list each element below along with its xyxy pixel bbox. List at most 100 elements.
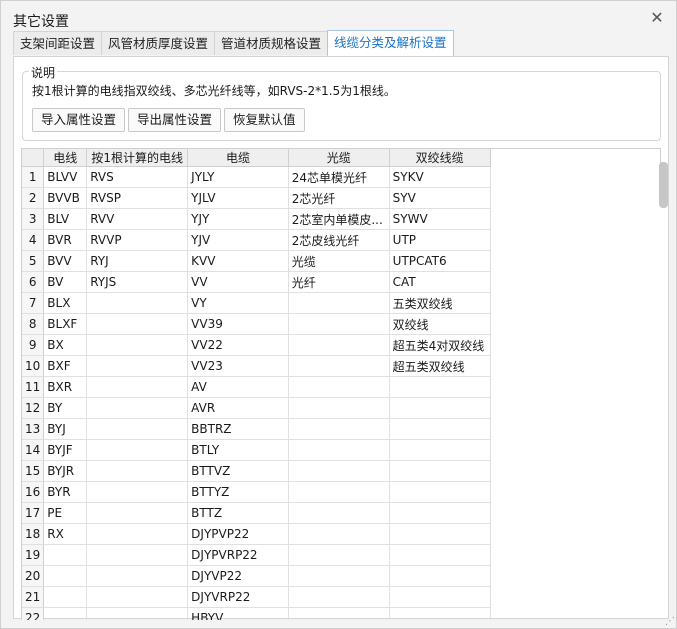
table-cell[interactable]: 2芯室内单模皮... xyxy=(288,208,390,230)
table-cell[interactable]: 双绞线 xyxy=(389,313,491,335)
table-cell[interactable]: BLV xyxy=(43,208,88,230)
table-row[interactable]: 18 RX DJYPVP22 xyxy=(22,523,661,545)
table-cell[interactable]: AVR xyxy=(187,397,289,419)
table-cell[interactable]: BLVV xyxy=(43,166,88,188)
table-cell[interactable]: 光纤 xyxy=(288,271,390,293)
table-cell[interactable] xyxy=(86,355,189,377)
table-cell[interactable]: BYJF xyxy=(43,439,88,461)
table-row[interactable]: 1 BLVV RVS JYLY 24芯单模光纤 SYKV xyxy=(22,166,661,188)
import-settings-button[interactable]: 导入属性设置 xyxy=(32,108,126,132)
export-settings-button[interactable]: 导出属性设置 xyxy=(128,108,222,132)
table-cell[interactable]: BY xyxy=(43,397,88,419)
table-cell[interactable]: BVV xyxy=(43,250,88,272)
table-row[interactable]: 22 HBYV xyxy=(22,607,661,620)
table-row[interactable]: 5 BVV RYJ KVV 光缆 UTPCAT6 xyxy=(22,250,661,272)
vertical-scrollbar-thumb[interactable] xyxy=(659,162,668,208)
table-cell[interactable] xyxy=(86,565,189,587)
table-cell[interactable]: DJYVP22 xyxy=(187,565,289,587)
table-cell[interactable] xyxy=(288,313,390,335)
column-header-wire[interactable]: 电线 xyxy=(43,149,88,167)
table-cell[interactable] xyxy=(86,418,189,440)
table-cell[interactable] xyxy=(288,418,390,440)
table-cell[interactable]: SYKV xyxy=(389,166,491,188)
table-cell[interactable] xyxy=(389,502,491,524)
table-cell[interactable]: BTTYZ xyxy=(187,481,289,503)
table-cell[interactable] xyxy=(288,334,390,356)
table-cell[interactable]: YJV xyxy=(187,229,289,251)
table-row[interactable]: 13 BYJ BBTRZ xyxy=(22,418,661,440)
cable-grid[interactable]: 电线 按1根计算的电线 电缆 光缆 双绞线缆 1 BLVV RVS JYLY 24芯单模… xyxy=(21,148,661,620)
tab-cable-classification[interactable]: 线缆分类及解析设置 xyxy=(327,30,454,56)
table-cell[interactable]: VV xyxy=(187,271,289,293)
table-row[interactable]: 14 BYJF BTLY xyxy=(22,439,661,461)
table-cell[interactable]: BYR xyxy=(43,481,88,503)
table-row[interactable]: 11 BXR AV xyxy=(22,376,661,398)
table-cell[interactable]: 2芯皮线光纤 xyxy=(288,229,390,251)
table-cell[interactable]: BLXF xyxy=(43,313,88,335)
table-cell[interactable]: 五类双绞线 xyxy=(389,292,491,314)
table-cell[interactable]: BV xyxy=(43,271,88,293)
table-cell[interactable]: VY xyxy=(187,292,289,314)
table-cell[interactable] xyxy=(43,586,88,608)
table-cell[interactable]: BTTZ xyxy=(187,502,289,524)
table-cell[interactable] xyxy=(288,292,390,314)
table-cell[interactable] xyxy=(288,523,390,545)
table-cell[interactable]: DJYVRP22 xyxy=(187,586,289,608)
table-cell[interactable] xyxy=(389,565,491,587)
column-header-twisted-pair[interactable]: 双绞线缆 xyxy=(389,149,491,167)
table-cell[interactable] xyxy=(389,481,491,503)
table-row[interactable]: 20 DJYVP22 xyxy=(22,565,661,587)
table-cell[interactable] xyxy=(288,376,390,398)
table-row[interactable]: 3 BLV RVV YJY 2芯室内单模皮... SYWV xyxy=(22,208,661,230)
table-cell[interactable]: RVSP xyxy=(86,187,189,209)
table-cell[interactable] xyxy=(389,544,491,566)
table-cell[interactable]: RVVP xyxy=(86,229,189,251)
table-cell[interactable] xyxy=(288,460,390,482)
table-cell[interactable] xyxy=(288,355,390,377)
table-cell[interactable]: AV xyxy=(187,376,289,398)
column-header-single-count-wire[interactable]: 按1根计算的电线 xyxy=(86,149,189,167)
reset-defaults-button[interactable]: 恢复默认值 xyxy=(224,108,305,132)
table-cell[interactable]: SYV xyxy=(389,187,491,209)
resize-grip-icon[interactable]: ⋰ xyxy=(665,616,675,627)
table-cell[interactable] xyxy=(389,397,491,419)
table-row[interactable]: 7 BLX VY 五类双绞线 xyxy=(22,292,661,314)
table-cell[interactable] xyxy=(288,481,390,503)
table-cell[interactable] xyxy=(86,334,189,356)
table-cell[interactable]: BVR xyxy=(43,229,88,251)
table-cell[interactable]: BX xyxy=(43,334,88,356)
table-cell[interactable] xyxy=(86,439,189,461)
table-row[interactable]: 2 BVVB RVSP YJLV 2芯光纤 SYV xyxy=(22,187,661,209)
table-cell[interactable]: JYLY xyxy=(187,166,289,188)
table-cell[interactable]: PE xyxy=(43,502,88,524)
table-row[interactable]: 4 BVR RVVP YJV 2芯皮线光纤 UTP xyxy=(22,229,661,251)
table-cell[interactable] xyxy=(389,418,491,440)
table-cell[interactable] xyxy=(86,376,189,398)
table-cell[interactable] xyxy=(86,544,189,566)
table-cell[interactable]: BXR xyxy=(43,376,88,398)
column-header-cable[interactable]: 电缆 xyxy=(187,149,289,167)
table-cell[interactable]: 超五类双绞线 xyxy=(389,355,491,377)
table-cell[interactable]: YJLV xyxy=(187,187,289,209)
tab-support-spacing[interactable]: 支架间距设置 xyxy=(13,31,103,55)
table-cell[interactable]: UTP xyxy=(389,229,491,251)
table-cell[interactable] xyxy=(288,502,390,524)
table-cell[interactable] xyxy=(288,607,390,620)
table-cell[interactable] xyxy=(288,439,390,461)
table-cell[interactable] xyxy=(288,544,390,566)
table-cell[interactable] xyxy=(86,313,189,335)
table-cell[interactable]: UTPCAT6 xyxy=(389,250,491,272)
table-cell[interactable]: RVS xyxy=(86,166,189,188)
table-cell[interactable]: RX xyxy=(43,523,88,545)
table-cell[interactable]: BYJ xyxy=(43,418,88,440)
table-cell[interactable] xyxy=(86,481,189,503)
table-cell[interactable]: YJY xyxy=(187,208,289,230)
table-cell[interactable] xyxy=(389,586,491,608)
table-cell[interactable]: RVV xyxy=(86,208,189,230)
table-cell[interactable] xyxy=(389,523,491,545)
table-cell[interactable]: RYJ xyxy=(86,250,189,272)
table-cell[interactable]: DJYPVRP22 xyxy=(187,544,289,566)
table-row[interactable]: 21 DJYVRP22 xyxy=(22,586,661,608)
table-row[interactable]: 15 BYJR BTTVZ xyxy=(22,460,661,482)
table-cell[interactable] xyxy=(86,460,189,482)
